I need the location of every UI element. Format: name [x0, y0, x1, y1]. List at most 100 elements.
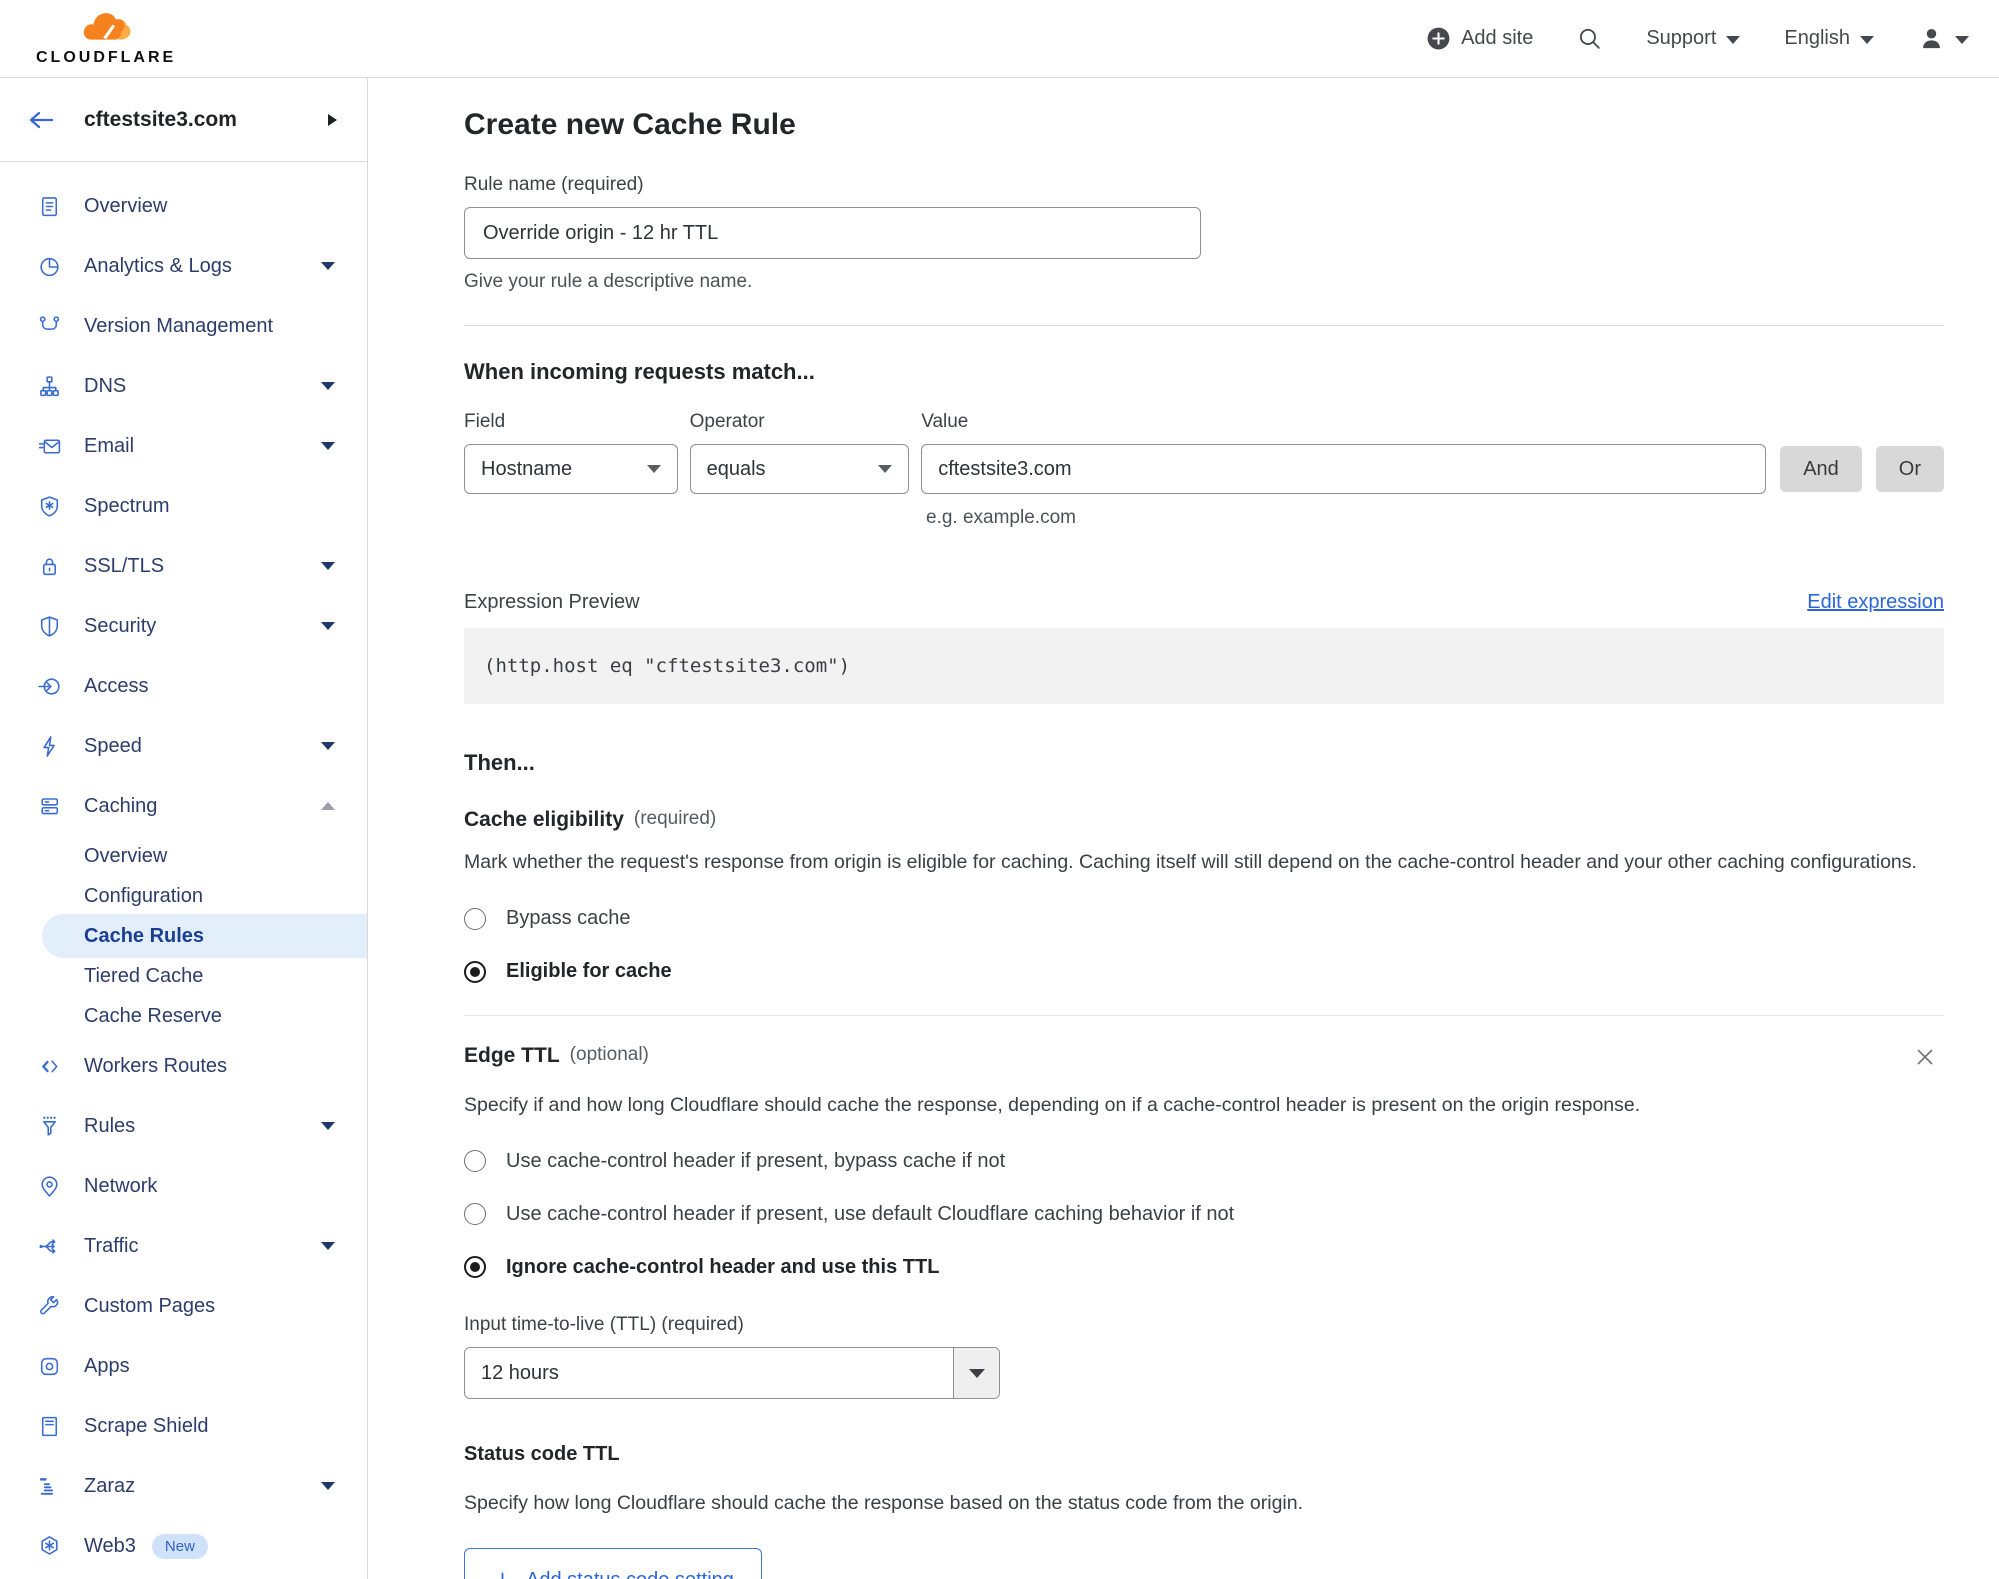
rule-name-input[interactable] — [464, 207, 1201, 259]
chevron-down-icon — [321, 1482, 335, 1490]
add-status-code-setting-button[interactable]: Add status code setting — [464, 1548, 762, 1579]
git-branch-icon — [36, 314, 63, 339]
edit-expression-link[interactable]: Edit expression — [1807, 591, 1944, 614]
search-button[interactable] — [1577, 26, 1602, 51]
account-menu[interactable] — [1918, 25, 1969, 52]
sidebar-item-rules[interactable]: Rules — [0, 1096, 367, 1156]
cloudflare-cloud-icon — [83, 13, 131, 40]
chevron-up-icon — [321, 802, 335, 810]
add-site-label: Add site — [1461, 27, 1534, 49]
chevron-down-icon — [1955, 35, 1969, 44]
value-label: Value — [921, 411, 969, 432]
rule-name-help: Give your rule a descriptive name. — [464, 271, 753, 292]
sidebar-subitem-configuration[interactable]: Configuration — [0, 876, 367, 916]
sidebar-item-apps[interactable]: Apps — [0, 1336, 367, 1396]
sidebar-subitem-tiered-cache[interactable]: Tiered Cache — [0, 956, 367, 996]
funnel-icon — [36, 1114, 63, 1139]
language-menu[interactable]: English — [1784, 27, 1874, 50]
sidebar-item-network[interactable]: Network — [0, 1156, 367, 1216]
radio-option-bypass-cache[interactable]: Bypass cache — [464, 904, 1944, 934]
app-square-icon — [36, 1354, 63, 1379]
user-icon — [1923, 29, 1940, 49]
condition-row: Field Hostname Operator equals Value And… — [464, 411, 1944, 494]
padlock-icon — [36, 554, 63, 579]
cloudflare-logo[interactable]: CLOUDFLARE — [36, 10, 176, 67]
close-icon[interactable] — [1912, 1044, 1938, 1075]
wrench-icon — [36, 1294, 63, 1319]
pie-chart-icon — [36, 254, 63, 279]
sidebar-item-speed[interactable]: Speed — [0, 716, 367, 776]
sidebar-item-spectrum[interactable]: Spectrum — [0, 476, 367, 536]
then-heading: Then... — [464, 750, 535, 775]
plus-icon — [501, 1572, 504, 1579]
field-label: Field — [464, 411, 506, 432]
site-expand-icon[interactable] — [328, 113, 337, 126]
top-bar: CLOUDFLARE Add site Support English — [0, 0, 1999, 78]
hexagon-asterisk-icon — [36, 1534, 63, 1559]
site-name: cftestsite3.com — [84, 107, 237, 131]
plus-circle-icon — [1427, 27, 1450, 50]
shield-asterisk-icon — [36, 494, 63, 519]
chevron-down-icon[interactable] — [953, 1348, 999, 1399]
stacked-bars-icon — [36, 1474, 63, 1499]
sidebar-nav: Overview Analytics & Logs Version Manage… — [0, 162, 367, 1576]
support-menu[interactable]: Support — [1646, 27, 1741, 50]
back-arrow-icon[interactable] — [26, 108, 56, 132]
value-hint: e.g. example.com — [926, 507, 1076, 528]
cache-eligibility-required: (required) — [633, 808, 717, 829]
sidebar-item-caching[interactable]: Caching — [0, 776, 367, 836]
radio-option-eligible-for-cache[interactable]: Eligible for cache — [464, 957, 1944, 987]
hierarchy-icon — [36, 374, 63, 399]
radio-option-ignore-header-use-ttl[interactable]: Ignore cache-control header and use this… — [464, 1252, 1944, 1282]
sidebar-subitem-overview[interactable]: Overview — [0, 836, 367, 876]
sidebar-item-zaraz[interactable]: Zaraz — [0, 1456, 367, 1516]
sidebar-subitem-cache-reserve[interactable]: Cache Reserve — [0, 996, 367, 1036]
sidebar-item-scrape-shield[interactable]: Scrape Shield — [0, 1396, 367, 1456]
rule-name-label: Rule name (required) — [464, 174, 644, 195]
status-code-ttl-title: Status code TTL — [464, 1443, 620, 1466]
operator-select[interactable]: equals — [689, 444, 910, 494]
chevron-down-icon — [321, 1122, 335, 1130]
chevron-down-icon — [321, 622, 335, 630]
sidebar-item-overview[interactable]: Overview — [0, 176, 367, 236]
sidebar-item-dns[interactable]: DNS — [0, 356, 367, 416]
sidebar-item-ssl-tls[interactable]: SSL/TLS — [0, 536, 367, 596]
radio-option-use-header-default[interactable]: Use cache-control header if present, use… — [464, 1199, 1944, 1229]
radio-icon[interactable] — [464, 1203, 486, 1226]
sidebar-item-version-management[interactable]: Version Management — [0, 296, 367, 356]
radio-icon[interactable] — [464, 907, 486, 930]
chevron-down-icon — [321, 382, 335, 390]
sidebar-item-custom-pages[interactable]: Custom Pages — [0, 1276, 367, 1336]
ttl-input-label: Input time-to-live (TTL) (required) — [464, 1314, 744, 1336]
radio-icon[interactable] — [464, 1256, 486, 1279]
sidebar-item-web3[interactable]: Web3 New — [0, 1516, 367, 1576]
or-button[interactable]: Or — [1875, 446, 1944, 492]
sidebar-item-traffic[interactable]: Traffic — [0, 1216, 367, 1276]
edge-ttl-optional: (optional) — [569, 1043, 649, 1065]
cache-eligibility-description: Mark whether the request's response from… — [464, 851, 1917, 873]
field-select[interactable]: Hostname — [464, 444, 678, 494]
chevron-down-icon — [321, 1242, 335, 1250]
site-switcher: cftestsite3.com — [0, 78, 367, 162]
sidebar-item-analytics-logs[interactable]: Analytics & Logs — [0, 236, 367, 296]
sidebar-item-access[interactable]: Access — [0, 656, 367, 716]
sidebar-item-workers-routes[interactable]: Workers Routes — [0, 1036, 367, 1096]
lightning-icon — [36, 734, 63, 759]
divider — [464, 325, 1944, 326]
code-brackets-icon — [36, 1054, 63, 1079]
page-icon — [36, 1414, 63, 1439]
and-button[interactable]: And — [1780, 446, 1862, 492]
radio-icon[interactable] — [464, 1150, 486, 1173]
ttl-select[interactable]: 12 hours — [464, 1347, 1000, 1400]
divider — [464, 1014, 1944, 1016]
sidebar-item-security[interactable]: Security — [0, 596, 367, 656]
sidebar-item-email[interactable]: Email — [0, 416, 367, 476]
value-input[interactable] — [921, 444, 1767, 494]
expression-preview-label: Expression Preview — [464, 591, 640, 613]
radio-option-use-header-bypass[interactable]: Use cache-control header if present, byp… — [464, 1146, 1944, 1176]
radio-icon[interactable] — [464, 960, 486, 983]
sidebar-subitem-cache-rules[interactable]: Cache Rules — [42, 914, 367, 958]
operator-label: Operator — [689, 411, 765, 432]
add-site-button[interactable]: Add site — [1426, 26, 1533, 51]
chevron-down-icon — [321, 562, 335, 570]
